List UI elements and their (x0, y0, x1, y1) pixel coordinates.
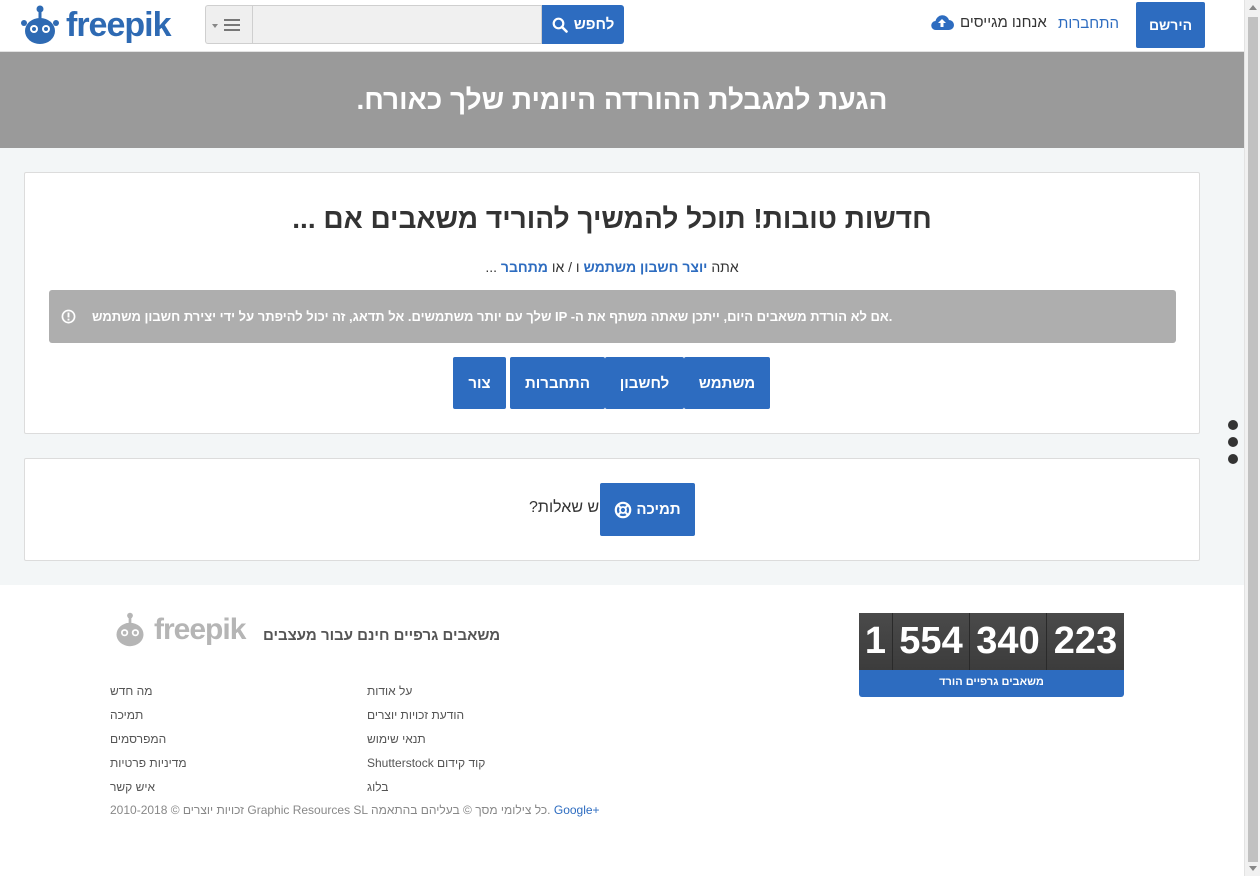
login-button[interactable]: התחברות (510, 357, 605, 409)
create-account-link[interactable]: יוצר חשבון משתמש (583, 259, 707, 275)
scroll-up-arrow-icon[interactable] (1249, 5, 1257, 10)
top-header: freepik לחפש אנחנו מגייסים התחברות הירשם (0, 0, 1244, 52)
questions-text: ?יש שאלות (529, 499, 604, 516)
limit-banner: הגעת למגבלת ההורדה היומית שלך כאורח. (0, 52, 1244, 148)
support-button-label: תמיכה (636, 501, 681, 518)
support-card: ?יש שאלות תמיכה (24, 458, 1200, 561)
register-button[interactable]: הירשם (1136, 2, 1205, 48)
search-button-label: לחפש (573, 16, 615, 33)
footer-link-support[interactable]: תמיכה (110, 708, 143, 722)
robot-logo-icon (116, 612, 144, 647)
footer-link-copyright-notice[interactable]: הודעת זכויות יוצרים (367, 708, 464, 722)
more-dots-icon (1228, 420, 1238, 430)
counter-group: 223 (1047, 613, 1124, 670)
counter-group: 554 (893, 613, 970, 670)
banner-title: הגעת למגבלת ההורדה היומית שלך כאורח. (356, 84, 888, 115)
footer-logo[interactable]: freepik (110, 612, 246, 648)
footer-link-blog[interactable]: בלוג (367, 780, 389, 794)
account-button[interactable]: לחשבון (605, 357, 684, 409)
logo-text: freepik (66, 6, 171, 44)
contributors-label: אנחנו מגייסים (960, 13, 1047, 31)
subline-middle: ו / או (551, 259, 580, 275)
more-dot (1228, 454, 1238, 464)
card-headline: ... חדשות טובות! תוכל להמשיך להוריד משאב… (292, 203, 932, 234)
life-ring-icon (615, 501, 632, 518)
subline-suffix: ... (485, 259, 497, 275)
download-counter: 1 554 340 223 משאבים גרפיים הורד (859, 613, 1124, 697)
more-dot (1228, 437, 1238, 447)
footer-link-whats-new[interactable]: מה חדש (110, 684, 153, 698)
exclamation-circle-icon (61, 309, 76, 324)
search-input[interactable] (252, 5, 542, 44)
robot-logo-icon (21, 5, 59, 44)
side-more-menu[interactable] (1226, 418, 1240, 468)
footer-link-contact[interactable]: איש קשר (110, 780, 155, 794)
counter-digits: 1 554 340 223 (859, 613, 1124, 670)
vertical-scrollbar[interactable] (1244, 0, 1260, 876)
contributors-link[interactable]: אנחנו מגייסים (930, 13, 1047, 31)
footer-link-privacy[interactable]: מדיניות פרטיות (110, 756, 187, 770)
counter-group: 340 (970, 613, 1047, 670)
categories-menu-button[interactable] (205, 5, 252, 44)
footer-link-terms[interactable]: תנאי שימוש (367, 732, 426, 746)
download-limit-card: ... חדשות טובות! תוכל להמשיך להוריד משאב… (24, 172, 1200, 434)
scroll-down-arrow-icon[interactable] (1249, 866, 1257, 871)
subline-prefix: אתה (711, 259, 739, 275)
create-button[interactable]: צור (453, 357, 506, 409)
footer-copyright: 2010-2018 © זכויות יוצרים Graphic Resour… (110, 803, 600, 817)
counter-group: 1 (859, 613, 893, 670)
cloud-upload-icon (931, 15, 954, 31)
footer-logo-text: freepik (154, 613, 246, 646)
footer-tagline: משאבים גרפיים חינם עבור מעצבים (263, 627, 501, 644)
freepik-logo[interactable]: freepik (18, 4, 171, 46)
caret-down-icon (212, 24, 218, 28)
footer-link-publishers[interactable]: המפרסמים (110, 732, 166, 746)
search-icon (552, 17, 568, 33)
user-button[interactable]: משתמש (684, 357, 770, 409)
hamburger-icon (224, 18, 240, 31)
google-plus-link[interactable]: Google+ (554, 803, 600, 817)
card-subline: אתה יוצר חשבון משתמש ו / או מתחבר ... (25, 259, 1199, 275)
login-inline-link[interactable]: מתחבר (501, 259, 548, 275)
support-button[interactable]: תמיכה (600, 483, 695, 536)
login-link[interactable]: התחברות (1058, 15, 1119, 32)
copyright-text: 2010-2018 © זכויות יוצרים Graphic Resour… (110, 803, 551, 817)
alert-text: שלך עם יותר משתמשים. אל תדאג, זה יכול לה… (92, 309, 893, 324)
counter-label: משאבים גרפיים הורד (939, 676, 1044, 688)
search-button[interactable]: לחפש (542, 5, 624, 44)
footer-link-promo-code[interactable]: Shutterstock קוד קידום (367, 756, 485, 770)
scrollbar-thumb[interactable] (1248, 17, 1258, 862)
ip-shared-alert: שלך עם יותר משתמשים. אל תדאג, זה יכול לה… (49, 290, 1176, 343)
footer-link-about[interactable]: על אודות (367, 684, 412, 698)
